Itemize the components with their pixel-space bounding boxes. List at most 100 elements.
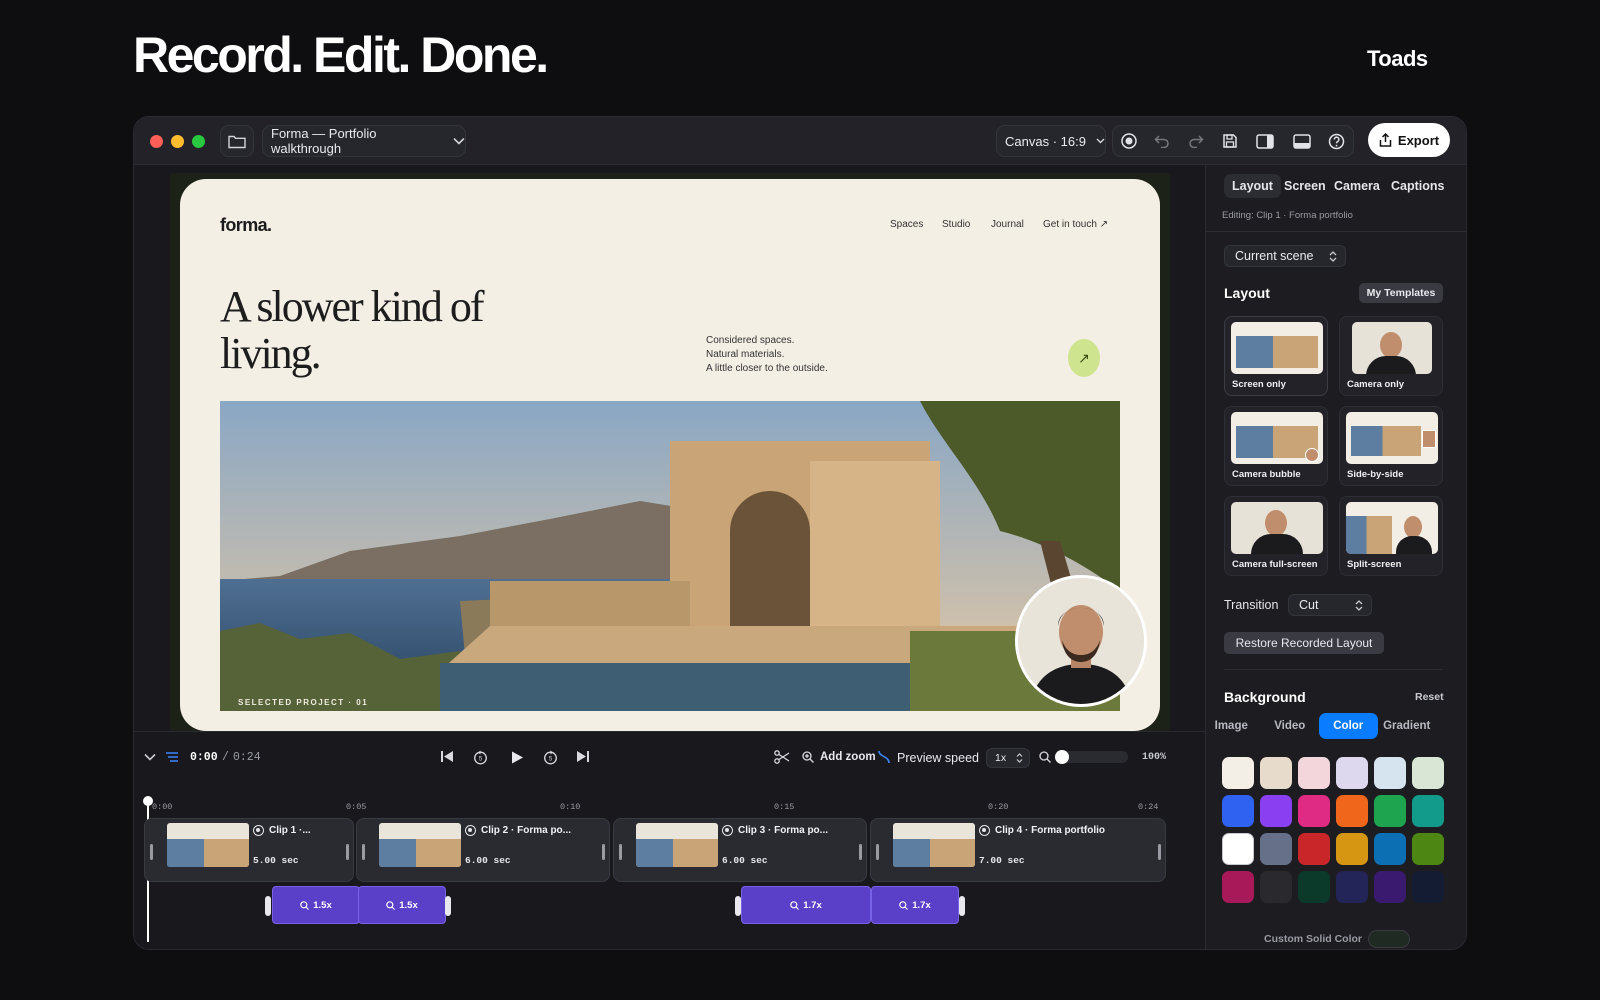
- color-swatch[interactable]: [1336, 833, 1368, 865]
- transition-select[interactable]: Cut: [1288, 594, 1372, 616]
- color-swatch[interactable]: [1222, 757, 1254, 789]
- scene-select[interactable]: Current scene: [1224, 245, 1346, 267]
- recorded-website: forma. Spaces Studio Journal Get in touc…: [180, 179, 1160, 731]
- save-button[interactable]: [1219, 130, 1241, 152]
- export-button[interactable]: Export: [1368, 123, 1450, 157]
- my-templates-button[interactable]: My Templates: [1359, 283, 1443, 303]
- color-swatch[interactable]: [1298, 833, 1330, 865]
- redo-button[interactable]: [1185, 130, 1207, 152]
- zoom-segment[interactable]: 1.5x: [272, 886, 360, 924]
- toggle-sidebar-button[interactable]: [1254, 130, 1276, 152]
- template-screen-only[interactable]: Screen only: [1224, 316, 1328, 396]
- color-swatch[interactable]: [1260, 871, 1292, 903]
- forward-5-icon[interactable]: 5: [543, 750, 558, 765]
- open-folder-button[interactable]: [220, 125, 254, 157]
- color-swatch[interactable]: [1374, 871, 1406, 903]
- play-icon[interactable]: [510, 750, 524, 765]
- template-side-by-side[interactable]: Side-by-side: [1339, 406, 1443, 486]
- scissors-icon[interactable]: [774, 750, 790, 764]
- chevron-down-icon: [1096, 138, 1105, 144]
- canvas-ratio-dropdown[interactable]: Canvas · 16:9: [996, 125, 1106, 157]
- zoom-segment-handle[interactable]: [959, 896, 965, 916]
- reset-background-button[interactable]: Reset: [1415, 691, 1444, 703]
- timeline-clip[interactable]: Clip 4 · Forma portfolio 7.00 sec: [870, 818, 1166, 882]
- template-split-screen[interactable]: Split-screen: [1339, 496, 1443, 576]
- clip-trim-handle-right[interactable]: [859, 844, 862, 860]
- timeline-clip[interactable]: Clip 1 ·... 5.00 sec: [144, 818, 354, 882]
- color-swatch[interactable]: [1222, 833, 1254, 865]
- clip-trim-handle-left[interactable]: [619, 844, 622, 860]
- maximize-window-button[interactable]: [192, 135, 205, 148]
- site-nav-contact: Get in touch ↗: [1043, 219, 1109, 230]
- clip-trim-handle-left[interactable]: [150, 844, 153, 860]
- template-camera-full-screen[interactable]: Camera full-screen: [1224, 496, 1328, 576]
- clip-trim-handle-right[interactable]: [346, 844, 349, 860]
- clip-title: Clip 1 ·...: [269, 825, 311, 836]
- project-title-dropdown[interactable]: Forma — Portfolio walkthrough: [262, 125, 466, 157]
- site-hero-photo: SELECTED PROJECT · 01: [220, 401, 1120, 711]
- color-swatch[interactable]: [1374, 757, 1406, 789]
- clip-trim-handle-left[interactable]: [876, 844, 879, 860]
- color-swatch[interactable]: [1260, 757, 1292, 789]
- bg-tab-video[interactable]: Video: [1261, 713, 1320, 739]
- zoom-slider-thumb[interactable]: [1055, 750, 1069, 764]
- bg-tab-image[interactable]: Image: [1202, 713, 1261, 739]
- skip-end-icon[interactable]: [576, 750, 590, 763]
- timeline-clip[interactable]: Clip 3 · Forma po... 6.00 sec: [613, 818, 867, 882]
- color-swatch[interactable]: [1412, 871, 1444, 903]
- color-swatch[interactable]: [1298, 795, 1330, 827]
- zoom-segment-handle[interactable]: [735, 896, 741, 916]
- template-camera-only[interactable]: Camera only: [1339, 316, 1443, 396]
- preview-speed-value: 1x: [995, 752, 1007, 764]
- color-swatch[interactable]: [1336, 795, 1368, 827]
- list-icon[interactable]: [166, 752, 178, 762]
- chevron-down-icon: [453, 137, 465, 145]
- restore-recorded-layout-button[interactable]: Restore Recorded Layout: [1224, 632, 1384, 654]
- tab-captions[interactable]: Captions: [1391, 179, 1444, 193]
- preview-speed-select[interactable]: 1x: [986, 748, 1030, 768]
- template-camera-bubble[interactable]: Camera bubble: [1224, 406, 1328, 486]
- timeline-clip[interactable]: Clip 2 · Forma po... 6.00 sec: [356, 818, 610, 882]
- color-swatch[interactable]: [1298, 871, 1330, 903]
- color-swatch[interactable]: [1336, 757, 1368, 789]
- title-bar: Forma — Portfolio walkthrough Canvas · 1…: [134, 117, 1466, 165]
- color-swatch[interactable]: [1260, 833, 1292, 865]
- color-swatch[interactable]: [1412, 795, 1444, 827]
- zoom-segment-handle[interactable]: [265, 896, 271, 916]
- toggle-timeline-button[interactable]: [1291, 130, 1313, 152]
- camera-bubble[interactable]: [1015, 575, 1147, 707]
- close-window-button[interactable]: [150, 135, 163, 148]
- color-swatch[interactable]: [1298, 757, 1330, 789]
- tab-screen[interactable]: Screen: [1284, 179, 1326, 193]
- color-swatch[interactable]: [1336, 871, 1368, 903]
- svg-text:5: 5: [479, 757, 483, 763]
- rewind-5-icon[interactable]: 5: [473, 750, 488, 765]
- color-swatch[interactable]: [1222, 795, 1254, 827]
- color-swatch[interactable]: [1374, 795, 1406, 827]
- zoom-segment[interactable]: 1.5x: [358, 886, 446, 924]
- bg-tab-color[interactable]: Color: [1319, 713, 1378, 739]
- background-type-tabs: Image Video Color Gradient: [1202, 713, 1436, 739]
- clip-trim-handle-right[interactable]: [602, 844, 605, 860]
- zoom-segment[interactable]: 1.7x: [741, 886, 871, 924]
- color-swatch[interactable]: [1412, 757, 1444, 789]
- help-button[interactable]: [1325, 130, 1347, 152]
- clip-trim-handle-left[interactable]: [362, 844, 365, 860]
- bg-tab-gradient[interactable]: Gradient: [1378, 713, 1437, 739]
- color-swatch[interactable]: [1260, 795, 1292, 827]
- minimize-window-button[interactable]: [171, 135, 184, 148]
- zoom-segment[interactable]: 1.7x: [871, 886, 959, 924]
- skip-start-icon[interactable]: [440, 750, 454, 763]
- tab-camera[interactable]: Camera: [1334, 179, 1380, 193]
- zoom-segment-handle[interactable]: [445, 896, 451, 916]
- undo-button[interactable]: [1151, 130, 1173, 152]
- tab-layout[interactable]: Layout: [1224, 174, 1281, 198]
- add-zoom-button[interactable]: Add zoom: [820, 751, 876, 763]
- clip-trim-handle-right[interactable]: [1158, 844, 1161, 860]
- record-button[interactable]: [1118, 130, 1140, 152]
- chevron-down-icon[interactable]: [144, 753, 156, 761]
- color-swatch[interactable]: [1222, 871, 1254, 903]
- color-swatch[interactable]: [1412, 833, 1444, 865]
- custom-color-picker[interactable]: [1368, 930, 1410, 948]
- color-swatch[interactable]: [1374, 833, 1406, 865]
